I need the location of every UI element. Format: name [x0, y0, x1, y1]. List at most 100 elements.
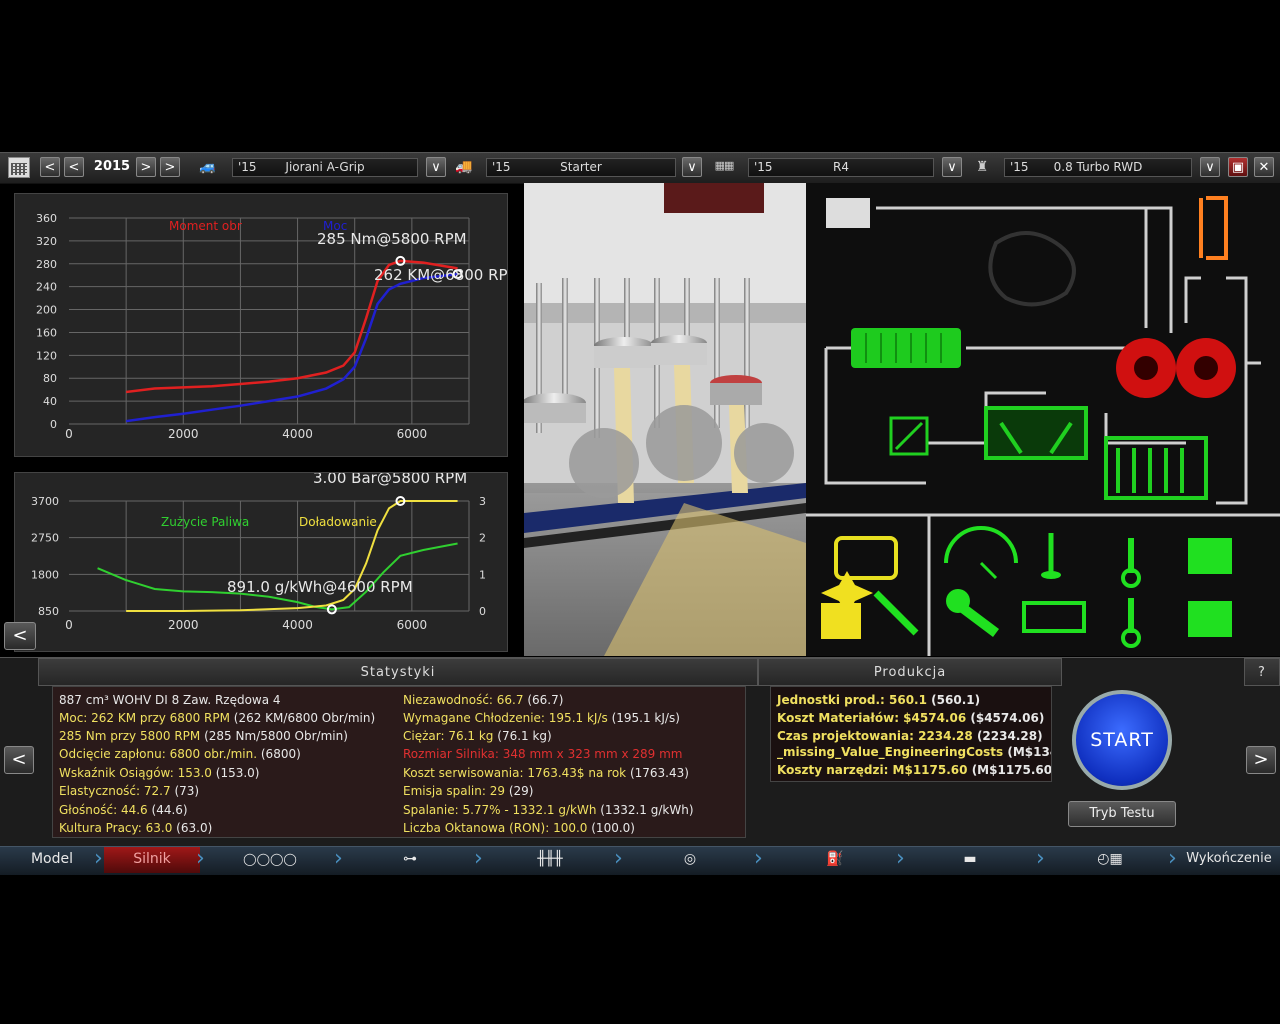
model-dropdown-button[interactable]: ∨ [426, 157, 446, 177]
nav-wheel-icon[interactable]: ◎ [660, 847, 720, 873]
stat-right-7: Liczba Oktanowa (RON): 100.0 (100.0) [403, 821, 635, 835]
step-nav: Model › Silnik › ◯◯◯◯ › ⊶ › ╫╫╫ › ◎ › ⛽ … [0, 846, 1280, 875]
wrench-icon [946, 589, 999, 637]
torque-power-chart: 0 40 80 120 160 200 240 280 320 360 0 2000 4000 6000 M… [36, 212, 507, 441]
nav-finish[interactable]: Wykończenie [1178, 847, 1280, 873]
year-next-button[interactable]: > [136, 157, 156, 177]
stat-right-5: Emisja spalin: 29 (29) [403, 784, 534, 798]
variant-field[interactable]: '15 0.8 Turbo RWD [1004, 158, 1192, 177]
series-line-1 [125, 272, 458, 423]
conrod-2-icon [1121, 598, 1141, 648]
collapse-charts-button[interactable]: < [4, 622, 36, 650]
nav-exhaust-icon[interactable]: ▬ [940, 847, 1000, 873]
year-prev-fast-button[interactable]: < [40, 157, 60, 177]
x-tick-label: 6000 [397, 618, 428, 632]
top-toolbar: < < 2015 > > 🚙 '15 Jiorani A-Grip ∨ 🚚 '1… [0, 152, 1280, 184]
calendar-icon[interactable] [8, 157, 30, 178]
chevron-right-icon: › [1168, 846, 1177, 871]
stat-right-0: Niezawodność: 66.7 (66.7) [403, 693, 564, 707]
conrod-icon [1121, 538, 1141, 588]
y-tick-label: 320 [36, 235, 57, 248]
prod-row-4: Koszty narzędzi: M$1175.60 (M$1175.60) [777, 763, 1052, 777]
y-right-tick-label: 1 [479, 568, 486, 581]
legend-torque: Moment obr [169, 219, 242, 233]
y-tick-label: 200 [36, 304, 57, 317]
fuel-series-line [97, 542, 458, 611]
engine-render [524, 183, 806, 656]
prev-page-button[interactable]: < [4, 746, 34, 774]
model-name: Jiorani A-Grip [285, 160, 365, 174]
power-peak-label: 262 KM@6800 RPM [374, 266, 507, 284]
close-icon[interactable]: ✕ [1254, 157, 1274, 177]
save-icon[interactable]: ▣ [1228, 157, 1248, 177]
trim-field[interactable]: '15 Starter [486, 158, 676, 177]
fuel-min-label: 891.0 g/kWh@4600 RPM [227, 578, 413, 596]
stats-panel: 887 cm³ WOHV DI 8 Zaw. Rzędowa 4 Moc: 26… [52, 686, 746, 838]
engine-field[interactable]: '15 R4 [748, 158, 934, 177]
nav-engine-block-icon[interactable]: ◯◯◯◯ [240, 847, 300, 873]
exhaust-icon [1199, 196, 1228, 260]
stat-left-4: Wskaźnik Osiągów: 153.0 (153.0) [59, 766, 260, 780]
x-tick-label: 4000 [282, 427, 313, 441]
chevron-right-icon: › [1036, 846, 1045, 871]
y-tick-label: 0 [50, 418, 57, 431]
stats-header: Statystyki [38, 658, 758, 686]
stat-left-1: Moc: 262 KM przy 6800 RPM (262 KM/6800 O… [59, 711, 376, 725]
air-filter-icon [826, 198, 870, 228]
trim-name: Starter [560, 160, 602, 174]
x-tick-label: 0 [65, 427, 73, 441]
y-tick-label: 240 [36, 281, 57, 294]
stat-right-1: Wymagane Chłodzenie: 195.1 kJ/s (195.1 k… [403, 711, 680, 725]
prod-row-1: Koszt Materiałów: $4574.06 ($4574.06) [777, 711, 1045, 725]
chevron-right-icon: › [196, 846, 205, 871]
nav-dashboard-icon[interactable]: ◴▦ [1080, 847, 1140, 873]
engine-dropdown-button[interactable]: ∨ [942, 157, 962, 177]
engine-warning-icon [834, 536, 898, 580]
trim-dropdown-button[interactable]: ∨ [682, 157, 702, 177]
nav-fuel-icon[interactable]: ⛽ [800, 847, 870, 873]
piston-icon: ♜ [975, 159, 989, 175]
y-tick-label: 850 [38, 605, 59, 618]
stat-right-3: Rozmiar Silnika: 348 mm x 323 mm x 289 m… [403, 747, 683, 761]
chevron-right-icon: › [896, 846, 905, 871]
next-page-button[interactable]: > [1246, 746, 1276, 774]
prod-row-3: _missing_Value_EngineeringCosts (M$134.0… [777, 745, 1051, 759]
legend-boost: Doładowanie [299, 515, 377, 529]
x-tick-label: 2000 [168, 618, 199, 632]
nav-model[interactable]: Model [10, 847, 94, 873]
test-mode-button[interactable]: Tryb Testu [1068, 801, 1176, 827]
help-button[interactable]: ? [1244, 658, 1280, 686]
stat-left-2: 285 Nm przy 5800 RPM (285 Nm/5800 Obr/mi… [59, 729, 348, 743]
year-next-fast-button[interactable]: > [160, 157, 180, 177]
model-field[interactable]: '15 Jiorani A-Grip [232, 158, 418, 177]
start-button[interactable]: START [1072, 690, 1172, 790]
prod-row-2: Czas projektowania: 2234.28 (2234.28) [777, 729, 1043, 743]
chevron-right-icon: › [614, 846, 623, 871]
x-tick-label: 4000 [282, 618, 313, 632]
stat-left-3: Odcięcie zapłonu: 6800 obr./min. (6800) [59, 747, 301, 761]
exhaust-manifold-icon [1104, 436, 1208, 500]
production-header: Produkcja [758, 658, 1062, 686]
y-right-tick-label: 2 [479, 532, 486, 545]
y-right-tick-label: 0 [479, 605, 486, 618]
y-right-tick-label: 3 [479, 495, 486, 508]
engine-3d-viewport[interactable] [524, 183, 806, 656]
variant-name: 0.8 Turbo RWD [1053, 160, 1143, 174]
nav-suspension-icon[interactable]: ╫╫╫ [520, 847, 580, 873]
piston-icon-2 [1188, 601, 1232, 637]
stat-right-4: Koszt serwisowania: 1763.43$ na rok (176… [403, 766, 689, 780]
y-tick-label: 80 [43, 372, 57, 385]
chevron-right-icon: › [754, 846, 763, 871]
y-tick-label: 3700 [31, 495, 59, 508]
chevron-right-icon: › [94, 846, 103, 871]
year-prev-button[interactable]: < [64, 157, 84, 177]
stat-left-7: Kultura Pracy: 63.0 (63.0) [59, 821, 213, 835]
nav-gearbox-icon[interactable]: ⊶ [380, 847, 440, 873]
boost-peak-label: 3.00 Bar@5800 RPM [313, 473, 467, 487]
y-tick-label: 120 [36, 349, 57, 362]
y-tick-label: 40 [43, 395, 57, 408]
stat-left-5: Elastyczność: 72.7 (73) [59, 784, 200, 798]
nav-engine[interactable]: Silnik [104, 847, 200, 873]
x-tick-label: 2000 [168, 427, 199, 441]
variant-dropdown-button[interactable]: ∨ [1200, 157, 1220, 177]
